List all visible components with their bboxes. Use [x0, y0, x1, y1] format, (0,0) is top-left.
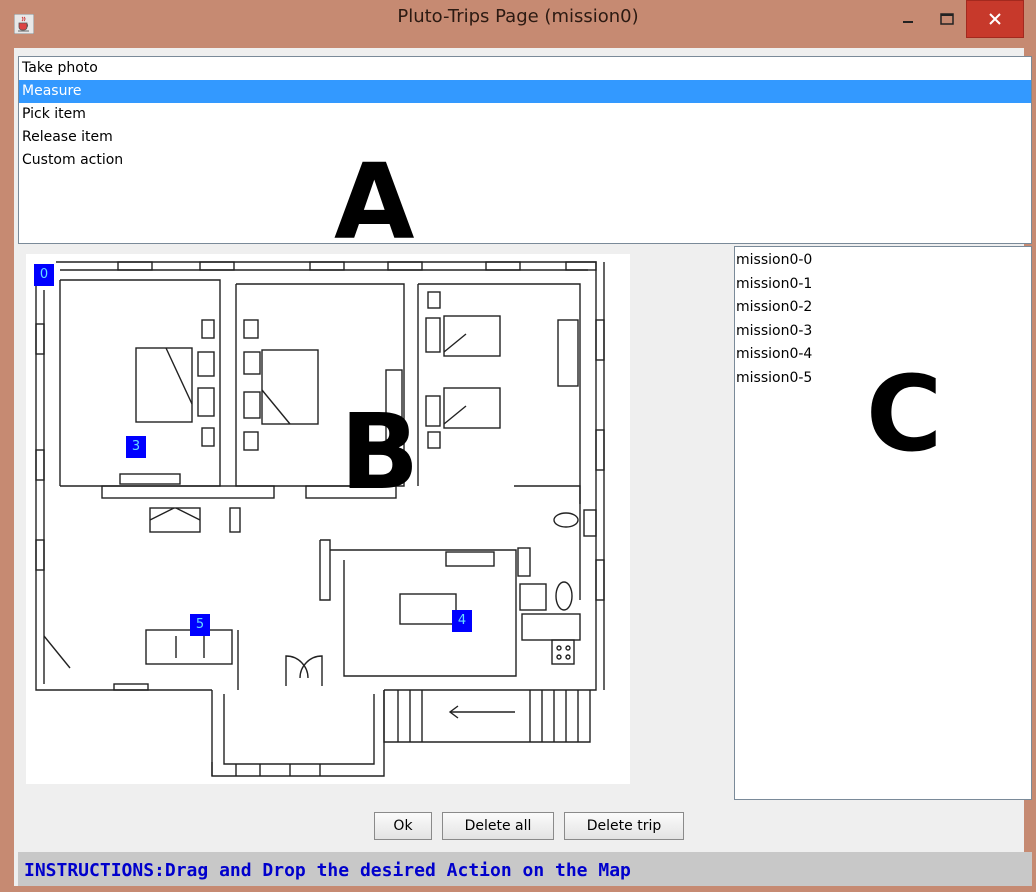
map-marker-3[interactable]: 3 — [126, 436, 146, 458]
maximize-icon — [940, 13, 954, 25]
floor-plan-drawing — [35, 261, 605, 777]
window-titlebar: Pluto-Trips Page (mission0) — [0, 0, 1036, 48]
trip-item[interactable]: mission0-0 — [735, 249, 1031, 273]
ok-button[interactable]: Ok — [374, 812, 432, 840]
delete-trip-button[interactable]: Delete trip — [564, 812, 684, 840]
maximize-button[interactable] — [928, 0, 966, 38]
action-item-measure[interactable]: Measure — [19, 80, 1031, 103]
map-marker-5[interactable]: 5 — [190, 614, 210, 636]
minimize-button[interactable] — [888, 0, 928, 38]
trip-list[interactable]: mission0-0 mission0-1 mission0-2 mission… — [734, 246, 1032, 800]
window-title: Pluto-Trips Page (mission0) — [397, 6, 639, 27]
delete-all-button[interactable]: Delete all — [442, 812, 554, 840]
map-marker-0[interactable]: 0 — [34, 264, 54, 286]
trip-item[interactable]: mission0-1 — [735, 273, 1031, 297]
instructions-bar: INSTRUCTIONS:Drag and Drop the desired A… — [18, 852, 1032, 886]
minimize-icon — [903, 21, 913, 23]
action-item-release-item[interactable]: Release item — [19, 126, 1031, 149]
map-marker-4[interactable]: 4 — [452, 610, 472, 632]
floor-plan-map[interactable]: 0 3 4 5 — [26, 254, 630, 784]
action-item-pick-item[interactable]: Pick item — [19, 103, 1031, 126]
action-item-custom-action[interactable]: Custom action — [19, 149, 1031, 172]
region-label-a: A — [334, 141, 415, 263]
action-item-take-photo[interactable]: Take photo — [19, 57, 1031, 80]
trip-item[interactable]: mission0-3 — [735, 320, 1031, 344]
region-label-b: B — [340, 391, 420, 513]
region-label-c: C — [866, 353, 943, 475]
close-icon — [989, 13, 1001, 25]
trip-item[interactable]: mission0-2 — [735, 296, 1031, 320]
close-button[interactable] — [966, 0, 1024, 38]
action-list[interactable]: Take photo Measure Pick item Release ite… — [18, 56, 1032, 244]
